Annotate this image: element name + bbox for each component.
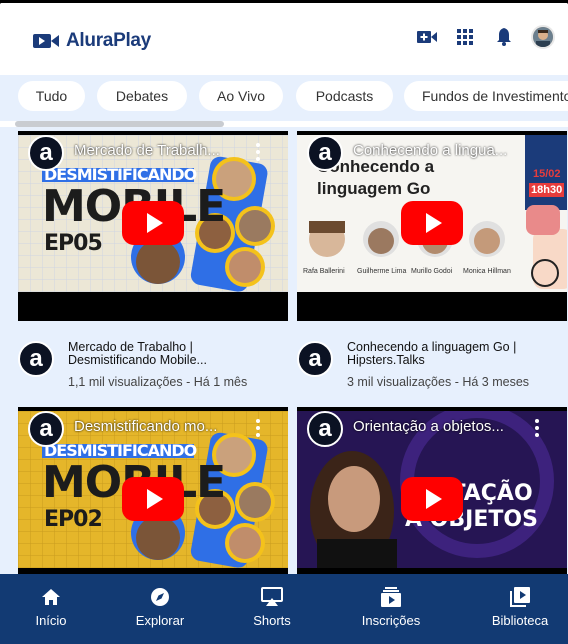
view-count: 1,1 mil visualizações <box>68 375 183 389</box>
video-meta: 1,1 mil visualizações - Há 1 mês <box>68 375 248 389</box>
chip-debates[interactable]: Debates <box>97 81 187 111</box>
bell-icon[interactable] <box>494 27 514 47</box>
play-button[interactable] <box>122 201 184 245</box>
video-title[interactable]: Conhecendo a linguagem Go | Hipsters.Tal… <box>347 341 562 367</box>
channel-logo: a <box>307 135 343 171</box>
app-name: AluraPlay <box>66 30 151 51</box>
play-button[interactable] <box>122 477 184 521</box>
upload-age: Há 1 mês <box>193 375 248 389</box>
upload-age: Há 3 meses <box>462 375 530 389</box>
view-count: 3 mil visualizações <box>347 375 452 389</box>
home-icon <box>41 586 61 608</box>
nav-label: Biblioteca <box>491 613 549 628</box>
channel-avatar[interactable]: a <box>297 341 333 377</box>
nav-label: Inscrições <box>361 613 421 628</box>
nav-inicio[interactable]: Início <box>6 586 96 628</box>
video-card[interactable]: Conhecendo a linguagem Go 15/02 18h30 Ra… <box>297 131 567 401</box>
chip-podcasts[interactable]: Podcasts <box>296 81 393 111</box>
bottom-navigation: Início Explorar Shorts Inscrições Biblio… <box>0 574 568 644</box>
chip-fundos-de-investimento[interactable]: Fundos de Investimento <box>404 81 568 111</box>
logo-camera-icon <box>33 34 59 48</box>
video-thumbnail[interactable]: ENTAÇÃO A OBJETOS a Orientação a objetos… <box>297 407 567 577</box>
video-thumbnail[interactable]: DESMISTIFICANDO MOBILE EP02 a Desmistifi… <box>18 407 288 577</box>
nav-inscricoes[interactable]: Inscrições <box>346 586 436 628</box>
user-avatar[interactable] <box>531 25 555 49</box>
nav-label: Shorts <box>253 613 291 628</box>
video-add-icon[interactable] <box>417 27 437 47</box>
app-frame: AluraPlay Tudo Debates Ao Vivo Podcasts … <box>0 3 568 644</box>
video-card[interactable]: ENTAÇÃO A OBJETOS a Orientação a objetos… <box>297 407 567 577</box>
compass-icon <box>150 586 170 608</box>
speaker-name: Monica Hillman <box>463 268 511 275</box>
speaker-name: Guilherme Lima <box>357 268 407 275</box>
airplay-icon <box>261 586 283 608</box>
video-title[interactable]: Mercado de Trabalho | Desmistificando Mo… <box>68 341 283 367</box>
video-card[interactable]: DESMISTIFICANDO MOBILE EP02 a Desmistifi… <box>18 407 288 577</box>
more-options-icon[interactable] <box>256 143 260 164</box>
library-icon <box>510 586 530 608</box>
thumb-line-3: EP05 <box>44 231 103 256</box>
channel-logo: a <box>28 411 64 447</box>
more-options-icon[interactable] <box>535 419 539 440</box>
thumb-date: 15/02 <box>533 168 561 180</box>
chip-tudo[interactable]: Tudo <box>18 81 85 111</box>
thumbnail-title: Orientação a objetos... <box>353 418 504 435</box>
nav-explorar[interactable]: Explorar <box>115 586 205 628</box>
channel-logo: a <box>28 135 64 171</box>
nav-shorts[interactable]: Shorts <box>227 586 317 628</box>
channel-avatar[interactable]: a <box>18 341 54 377</box>
aluraplay-logo[interactable]: AluraPlay <box>32 30 151 52</box>
video-card[interactable]: DESMISTIFICANDO MOBILE EP05 a Mercado de… <box>18 131 288 401</box>
apps-grid-icon[interactable] <box>455 27 475 47</box>
speaker-name: Murillo Godoi <box>411 268 453 275</box>
video-meta: 3 mil visualizações - Há 3 meses <box>347 375 530 389</box>
thumb-time: 18h30 <box>529 183 565 197</box>
thumbnail-title: Conhecendo a lingua... <box>353 142 508 159</box>
category-chips: Tudo Debates Ao Vivo Podcasts Fundos de … <box>0 75 568 121</box>
speaker-name: Rafa Ballerini <box>303 268 345 275</box>
thumb-line-2: linguagem Go <box>317 179 431 198</box>
video-feed: DESMISTIFICANDO MOBILE EP05 a Mercado de… <box>0 127 568 577</box>
thumbnail-title: Mercado de Trabalh... <box>74 142 220 159</box>
thumbnail-title: Desmistificando mo... <box>74 418 218 435</box>
channel-logo: a <box>307 411 343 447</box>
play-button[interactable] <box>401 201 463 245</box>
nav-biblioteca[interactable]: Biblioteca <box>475 586 565 628</box>
video-thumbnail[interactable]: Conhecendo a linguagem Go 15/02 18h30 Ra… <box>297 131 567 321</box>
chip-ao-vivo[interactable]: Ao Vivo <box>199 81 283 111</box>
nav-label: Explorar <box>135 613 185 628</box>
subscriptions-icon <box>381 586 401 608</box>
more-options-icon[interactable] <box>256 419 260 440</box>
nav-label: Início <box>35 613 67 628</box>
play-button[interactable] <box>401 477 463 521</box>
thumb-line-3: EP02 <box>44 507 103 532</box>
video-thumbnail[interactable]: DESMISTIFICANDO MOBILE EP05 a Mercado de… <box>18 131 288 321</box>
top-bar: AluraPlay <box>0 3 568 75</box>
